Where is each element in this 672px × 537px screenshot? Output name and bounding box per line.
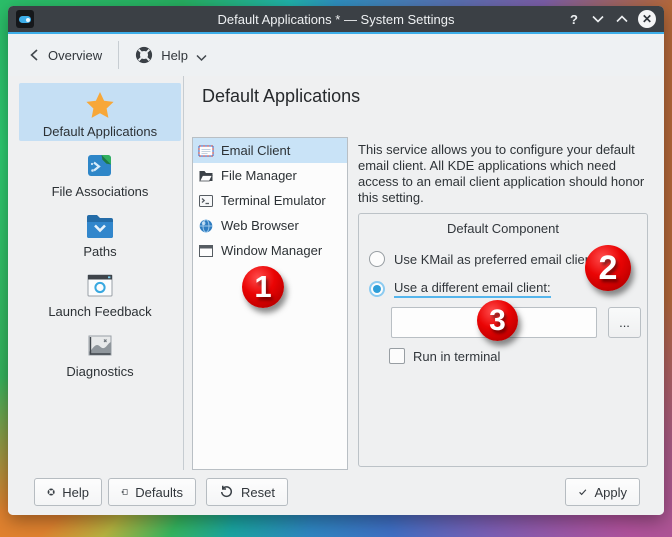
button-row: Help Defaults Reset Apply xyxy=(8,470,664,515)
help-button-label: Help xyxy=(62,485,89,500)
module-sidebar: Default Applications File Associations xyxy=(8,76,183,470)
radio-circle-checked[interactable] xyxy=(369,281,385,297)
annotation-badge-3: 3 xyxy=(477,300,518,341)
list-item-window-manager[interactable]: Window Manager xyxy=(193,238,347,263)
minimize-icon[interactable] xyxy=(590,11,606,27)
sidebar-item-paths[interactable]: Paths xyxy=(19,203,181,261)
sidebar-item-default-applications[interactable]: Default Applications xyxy=(19,83,181,141)
toolbar: Overview Help xyxy=(8,34,664,76)
annotation-badge-2: 2 xyxy=(585,245,631,291)
sidebar-item-file-associations[interactable]: File Associations xyxy=(19,143,181,201)
star-icon xyxy=(84,85,116,121)
folder-paths-icon xyxy=(84,205,116,241)
annotation-badge-1: 1 xyxy=(242,266,284,308)
close-icon[interactable]: ✕ xyxy=(638,10,656,28)
radio-use-different-client[interactable]: Use a different email client: xyxy=(369,280,551,298)
defaults-button[interactable]: Defaults xyxy=(108,478,196,506)
radio-use-kmail[interactable]: Use KMail as preferred email client xyxy=(369,251,596,267)
defaults-button-label: Defaults xyxy=(135,485,183,500)
sidebar-item-label: Launch Feedback xyxy=(48,304,151,319)
file-associations-icon xyxy=(84,145,116,181)
titlebar-help-button[interactable]: ? xyxy=(566,11,582,27)
titlebar: Default Applications * — System Settings… xyxy=(8,6,664,32)
launch-feedback-icon xyxy=(84,265,116,301)
run-in-terminal-option[interactable]: Run in terminal xyxy=(389,348,500,364)
terminal-icon xyxy=(198,193,214,209)
toolbar-separator xyxy=(118,41,119,69)
checkbox-label: Run in terminal xyxy=(413,349,500,364)
maximize-icon[interactable] xyxy=(614,11,630,27)
reset-button-label: Reset xyxy=(241,485,275,500)
sidebar-item-label: Default Applications xyxy=(43,124,157,139)
radio-circle-unchecked[interactable] xyxy=(369,251,385,267)
email-icon xyxy=(198,143,214,159)
list-item-web-browser[interactable]: Web Browser xyxy=(193,213,347,238)
list-item-terminal-emulator[interactable]: Terminal Emulator xyxy=(193,188,347,213)
group-title: Default Component xyxy=(359,221,647,236)
list-item-file-manager[interactable]: File Manager xyxy=(193,163,347,188)
module-description: This service allows you to configure you… xyxy=(358,137,648,206)
sidebar-item-label: Diagnostics xyxy=(66,364,133,379)
sidebar-item-launch-feedback[interactable]: Launch Feedback xyxy=(19,263,181,321)
overview-label: Overview xyxy=(48,48,102,63)
overview-back-button[interactable]: Overview xyxy=(28,48,102,63)
folder-icon xyxy=(198,168,214,184)
content-area: Default Applications File Associations xyxy=(8,76,664,470)
window-icon xyxy=(198,243,214,259)
sidebar-item-label: Paths xyxy=(83,244,116,259)
list-item-email-client[interactable]: Email Client xyxy=(193,138,347,163)
help-menu-button[interactable]: Help xyxy=(135,46,207,64)
chevron-left-icon xyxy=(28,48,40,62)
help-button[interactable]: Help xyxy=(34,478,102,506)
browse-button[interactable]: ... xyxy=(608,307,641,338)
sidebar-item-label: File Associations xyxy=(52,184,149,199)
reset-button[interactable]: Reset xyxy=(206,478,288,506)
sidebar-divider xyxy=(183,76,184,470)
apply-button[interactable]: Apply xyxy=(565,478,640,506)
list-item-label: Web Browser xyxy=(221,218,299,233)
undo-reset-icon xyxy=(219,484,234,500)
sidebar-item-diagnostics[interactable]: Diagnostics xyxy=(19,323,181,381)
document-revert-icon xyxy=(121,484,128,500)
list-item-label: Terminal Emulator xyxy=(221,193,326,208)
list-item-label: Email Client xyxy=(221,143,290,158)
help-label: Help xyxy=(161,48,188,63)
apply-button-label: Apply xyxy=(594,485,627,500)
checkmark-icon xyxy=(578,485,587,499)
radio-label: Use a different email client: xyxy=(394,280,551,298)
page-title: Default Applications xyxy=(202,86,360,107)
chevron-down-icon xyxy=(196,54,207,62)
lifebuoy-help-icon xyxy=(47,484,55,500)
radio-label: Use KMail as preferred email client xyxy=(394,252,596,267)
lifebuoy-help-icon xyxy=(135,46,153,64)
list-item-label: Window Manager xyxy=(221,243,322,258)
checkbox-unchecked[interactable] xyxy=(389,348,405,364)
module-description-panel: This service allows you to configure you… xyxy=(358,137,648,206)
system-settings-window: Default Applications * — System Settings… xyxy=(8,6,664,515)
list-item-label: File Manager xyxy=(221,168,297,183)
diagnostics-chart-icon xyxy=(84,325,116,361)
globe-icon xyxy=(198,218,214,234)
